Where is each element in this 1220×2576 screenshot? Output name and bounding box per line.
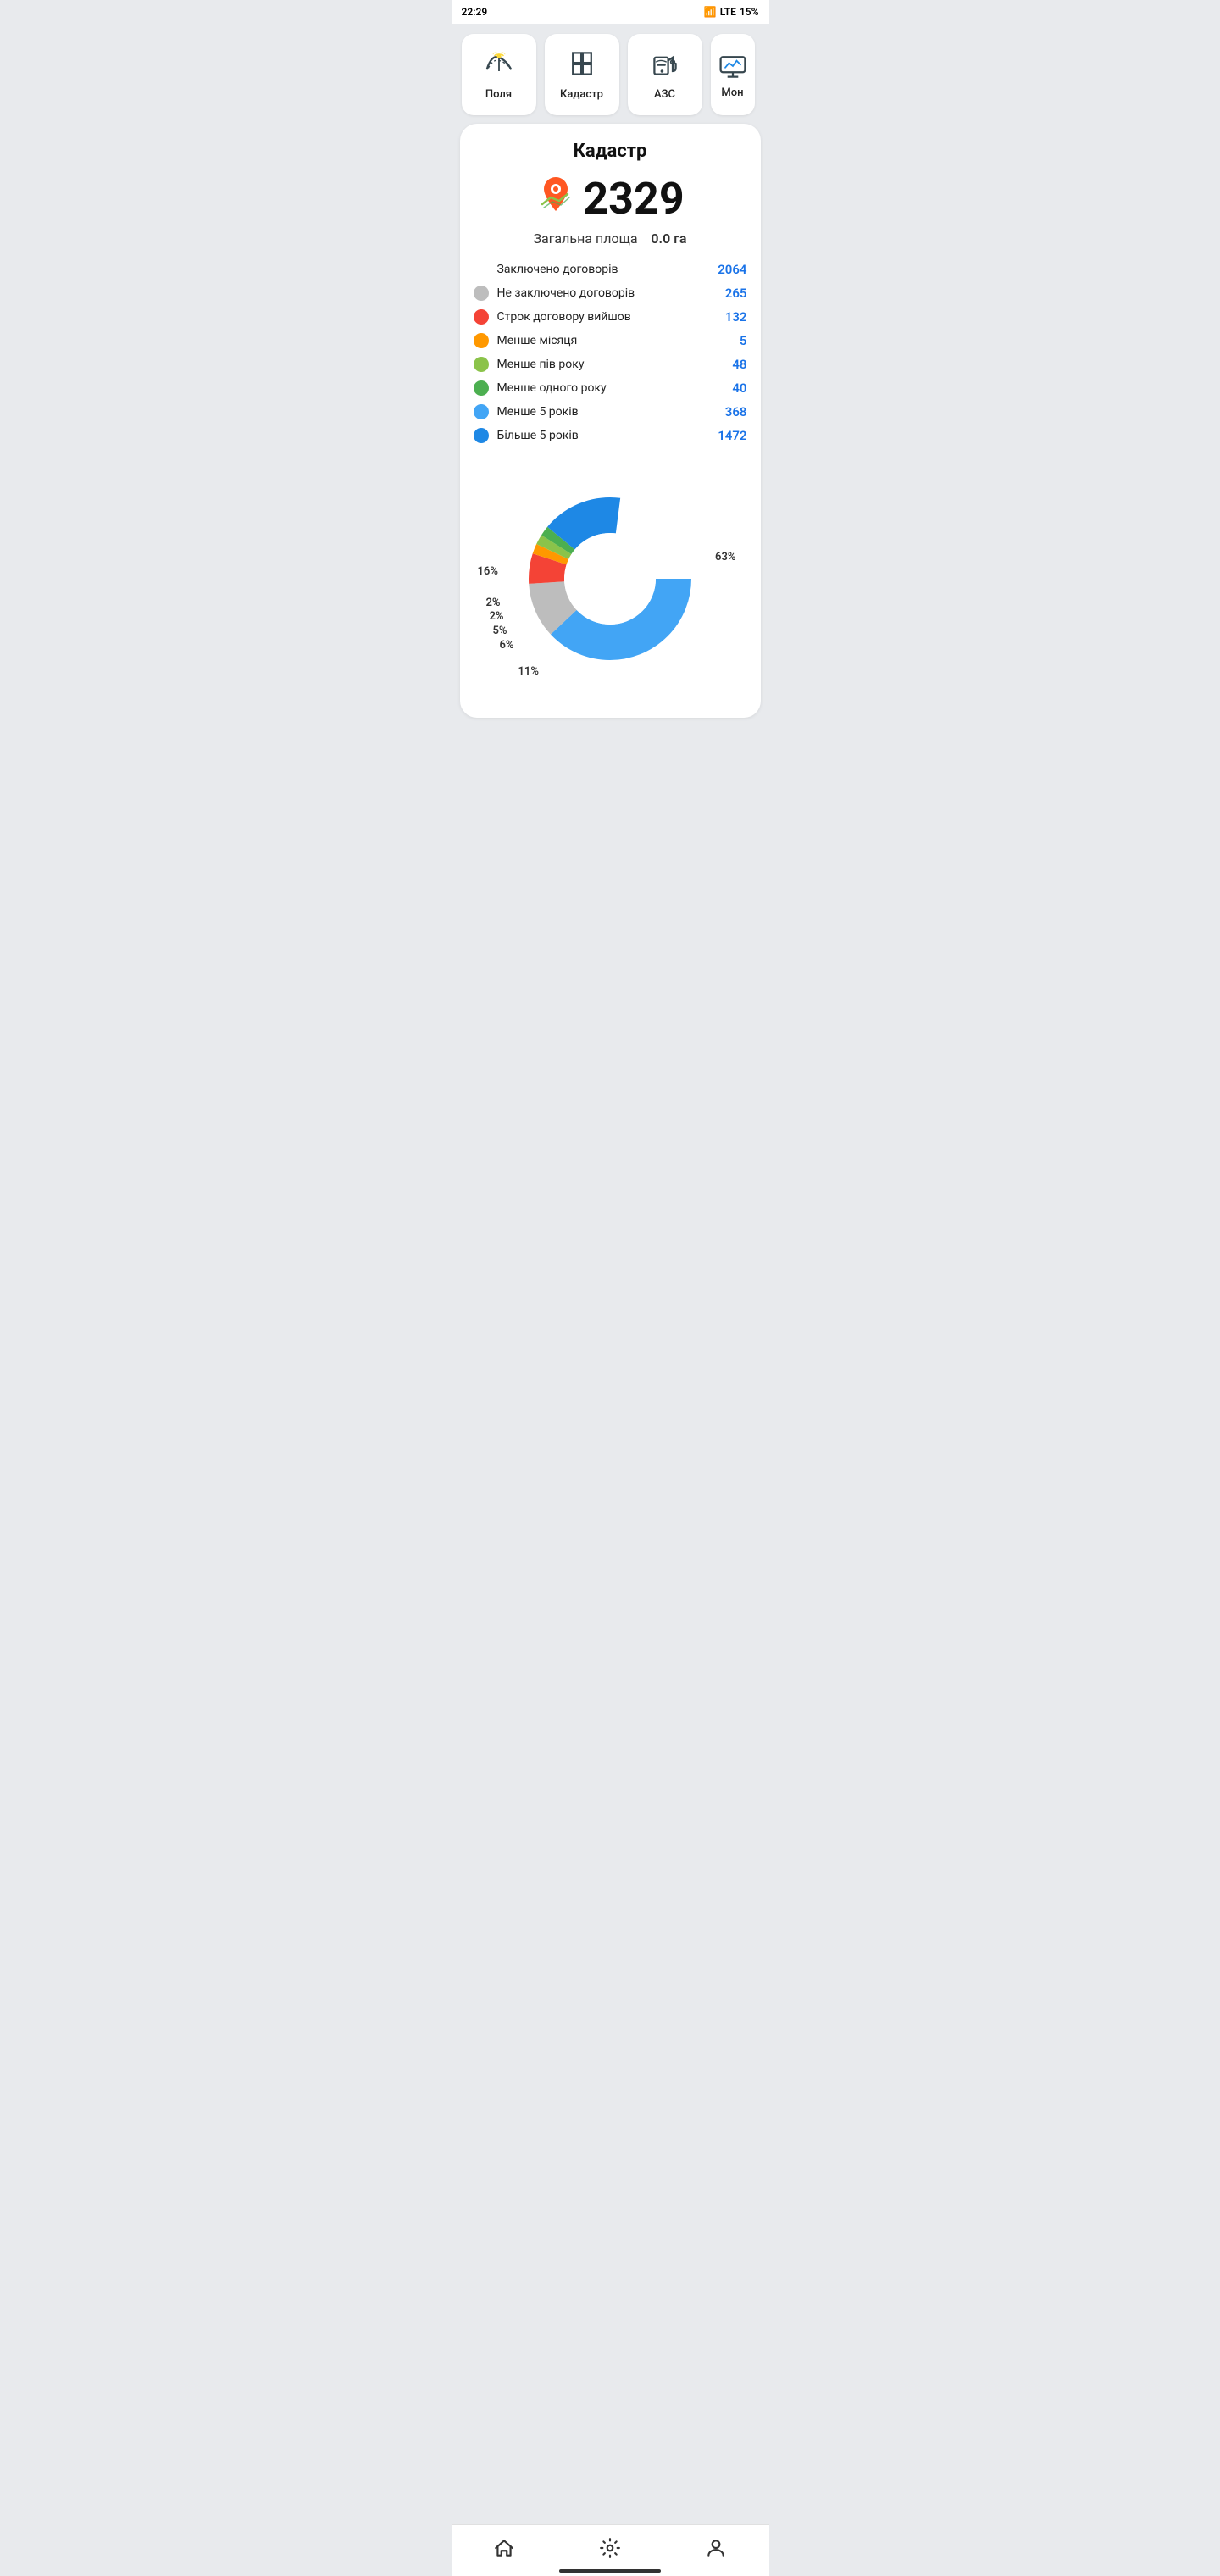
stat-value-more-5years[interactable]: 1472: [718, 428, 746, 443]
dot-more-5years: [474, 428, 489, 443]
hero-number: 2329: [583, 177, 684, 221]
nav-card-cadastre[interactable]: Кадастр: [545, 34, 619, 115]
stat-label-contracts-unsigned: Не заключено договорів: [497, 286, 635, 300]
fields-label: Поля: [485, 88, 512, 101]
signal-display: LTE: [720, 6, 736, 18]
total-area-row: Загальна площа 0.0 га: [474, 230, 747, 247]
profile-icon: [705, 2537, 727, 2559]
nav-card-monitor[interactable]: Мон: [711, 34, 755, 115]
settings-icon: [599, 2537, 621, 2559]
stat-value-contracts-signed[interactable]: 2064: [718, 262, 746, 277]
donut-chart-svg: [500, 469, 720, 689]
donut-center: [564, 533, 656, 625]
time-display: 22:29: [462, 6, 488, 18]
dot-less-month: [474, 333, 489, 348]
status-bar: 22:29 📶 LTE 15%: [452, 0, 769, 24]
map-pin-icon: [535, 174, 576, 224]
chart-label-2a: 2%: [484, 596, 503, 610]
dot-less-halfyear: [474, 357, 489, 372]
card-title: Кадастр: [474, 141, 747, 162]
bottom-nav: [452, 2524, 769, 2576]
home-indicator: [559, 2569, 661, 2573]
monitor-label: Мон: [721, 86, 743, 99]
chart-label-6: 6%: [497, 638, 517, 652]
stat-row-less-month: Менше місяця 5: [474, 333, 747, 348]
stat-value-less-halfyear[interactable]: 48: [732, 357, 746, 372]
stat-row-contracts-unsigned: Не заключено договорів 265: [474, 286, 747, 301]
battery-display: 15%: [740, 6, 759, 18]
stat-value-less-year[interactable]: 40: [732, 380, 746, 396]
stat-label-contracts-signed: Заключено договорів: [497, 263, 618, 276]
stats-list: Заключено договорів 2064 Не заключено до…: [474, 262, 747, 443]
chart-label-63: 63%: [713, 550, 738, 564]
nav-card-azs[interactable]: АЗС: [628, 34, 702, 115]
donut-chart-container: 63% 16% 2% 2% 5% 6% 11%: [474, 460, 747, 697]
stat-row-contracts-expired: Строк договору вийшов 132: [474, 309, 747, 325]
nav-card-fields[interactable]: Поля: [462, 34, 536, 115]
dot-less-year: [474, 380, 489, 396]
stat-row-contracts-signed: Заключено договорів 2064: [474, 262, 747, 277]
stat-label-less-5years: Менше 5 років: [497, 405, 579, 419]
stat-row-less-year: Менше одного року 40: [474, 380, 747, 396]
stat-label-less-year: Менше одного року: [497, 381, 607, 395]
azs-icon: [650, 48, 680, 83]
stat-value-contracts-unsigned[interactable]: 265: [725, 286, 747, 301]
stat-label-less-month: Менше місяця: [497, 334, 578, 347]
bottom-nav-profile[interactable]: [688, 2534, 744, 2562]
bluetooth-icon: 📶: [704, 6, 717, 18]
stat-label-less-halfyear: Менше пів року: [497, 358, 585, 371]
stat-label-more-5years: Більше 5 років: [497, 429, 579, 442]
total-area-label: Загальна площа: [534, 230, 638, 247]
bottom-nav-settings[interactable]: [582, 2534, 638, 2562]
cadastre-label: Кадастр: [560, 88, 603, 101]
azs-label: АЗС: [654, 88, 675, 101]
chart-label-16: 16%: [475, 564, 501, 579]
stat-row-more-5years: Більше 5 років 1472: [474, 428, 747, 443]
no-dot-placeholder: [474, 262, 489, 277]
status-time: 22:29: [462, 6, 488, 18]
top-nav: Поля Кадастр АЗС: [452, 24, 769, 124]
status-icons: 📶 LTE 15%: [704, 6, 759, 18]
stat-value-less-5years[interactable]: 368: [725, 404, 747, 419]
dot-less-5years: [474, 404, 489, 419]
bottom-nav-home[interactable]: [476, 2534, 532, 2562]
total-area-value: 0.0 га: [651, 230, 686, 247]
stat-value-less-month[interactable]: 5: [740, 333, 747, 348]
stat-value-contracts-expired[interactable]: 132: [725, 309, 747, 325]
fields-icon: [484, 48, 514, 83]
stat-row-less-5years: Менше 5 років 368: [474, 404, 747, 419]
dot-contracts-expired: [474, 309, 489, 325]
chart-label-2b: 2%: [487, 609, 507, 624]
stat-row-less-halfyear: Менше пів року 48: [474, 357, 747, 372]
chart-label-11: 11%: [516, 664, 541, 679]
main-card: Кадастр 2329 Загальна площа 0.0 га Заклю…: [460, 124, 761, 718]
stat-label-contracts-expired: Строк договору вийшов: [497, 310, 631, 324]
cadastre-icon: [567, 48, 597, 83]
chart-label-5b: 5%: [491, 624, 510, 638]
hero-row: 2329: [474, 174, 747, 224]
dot-contracts-unsigned: [474, 286, 489, 301]
home-icon: [493, 2537, 515, 2559]
